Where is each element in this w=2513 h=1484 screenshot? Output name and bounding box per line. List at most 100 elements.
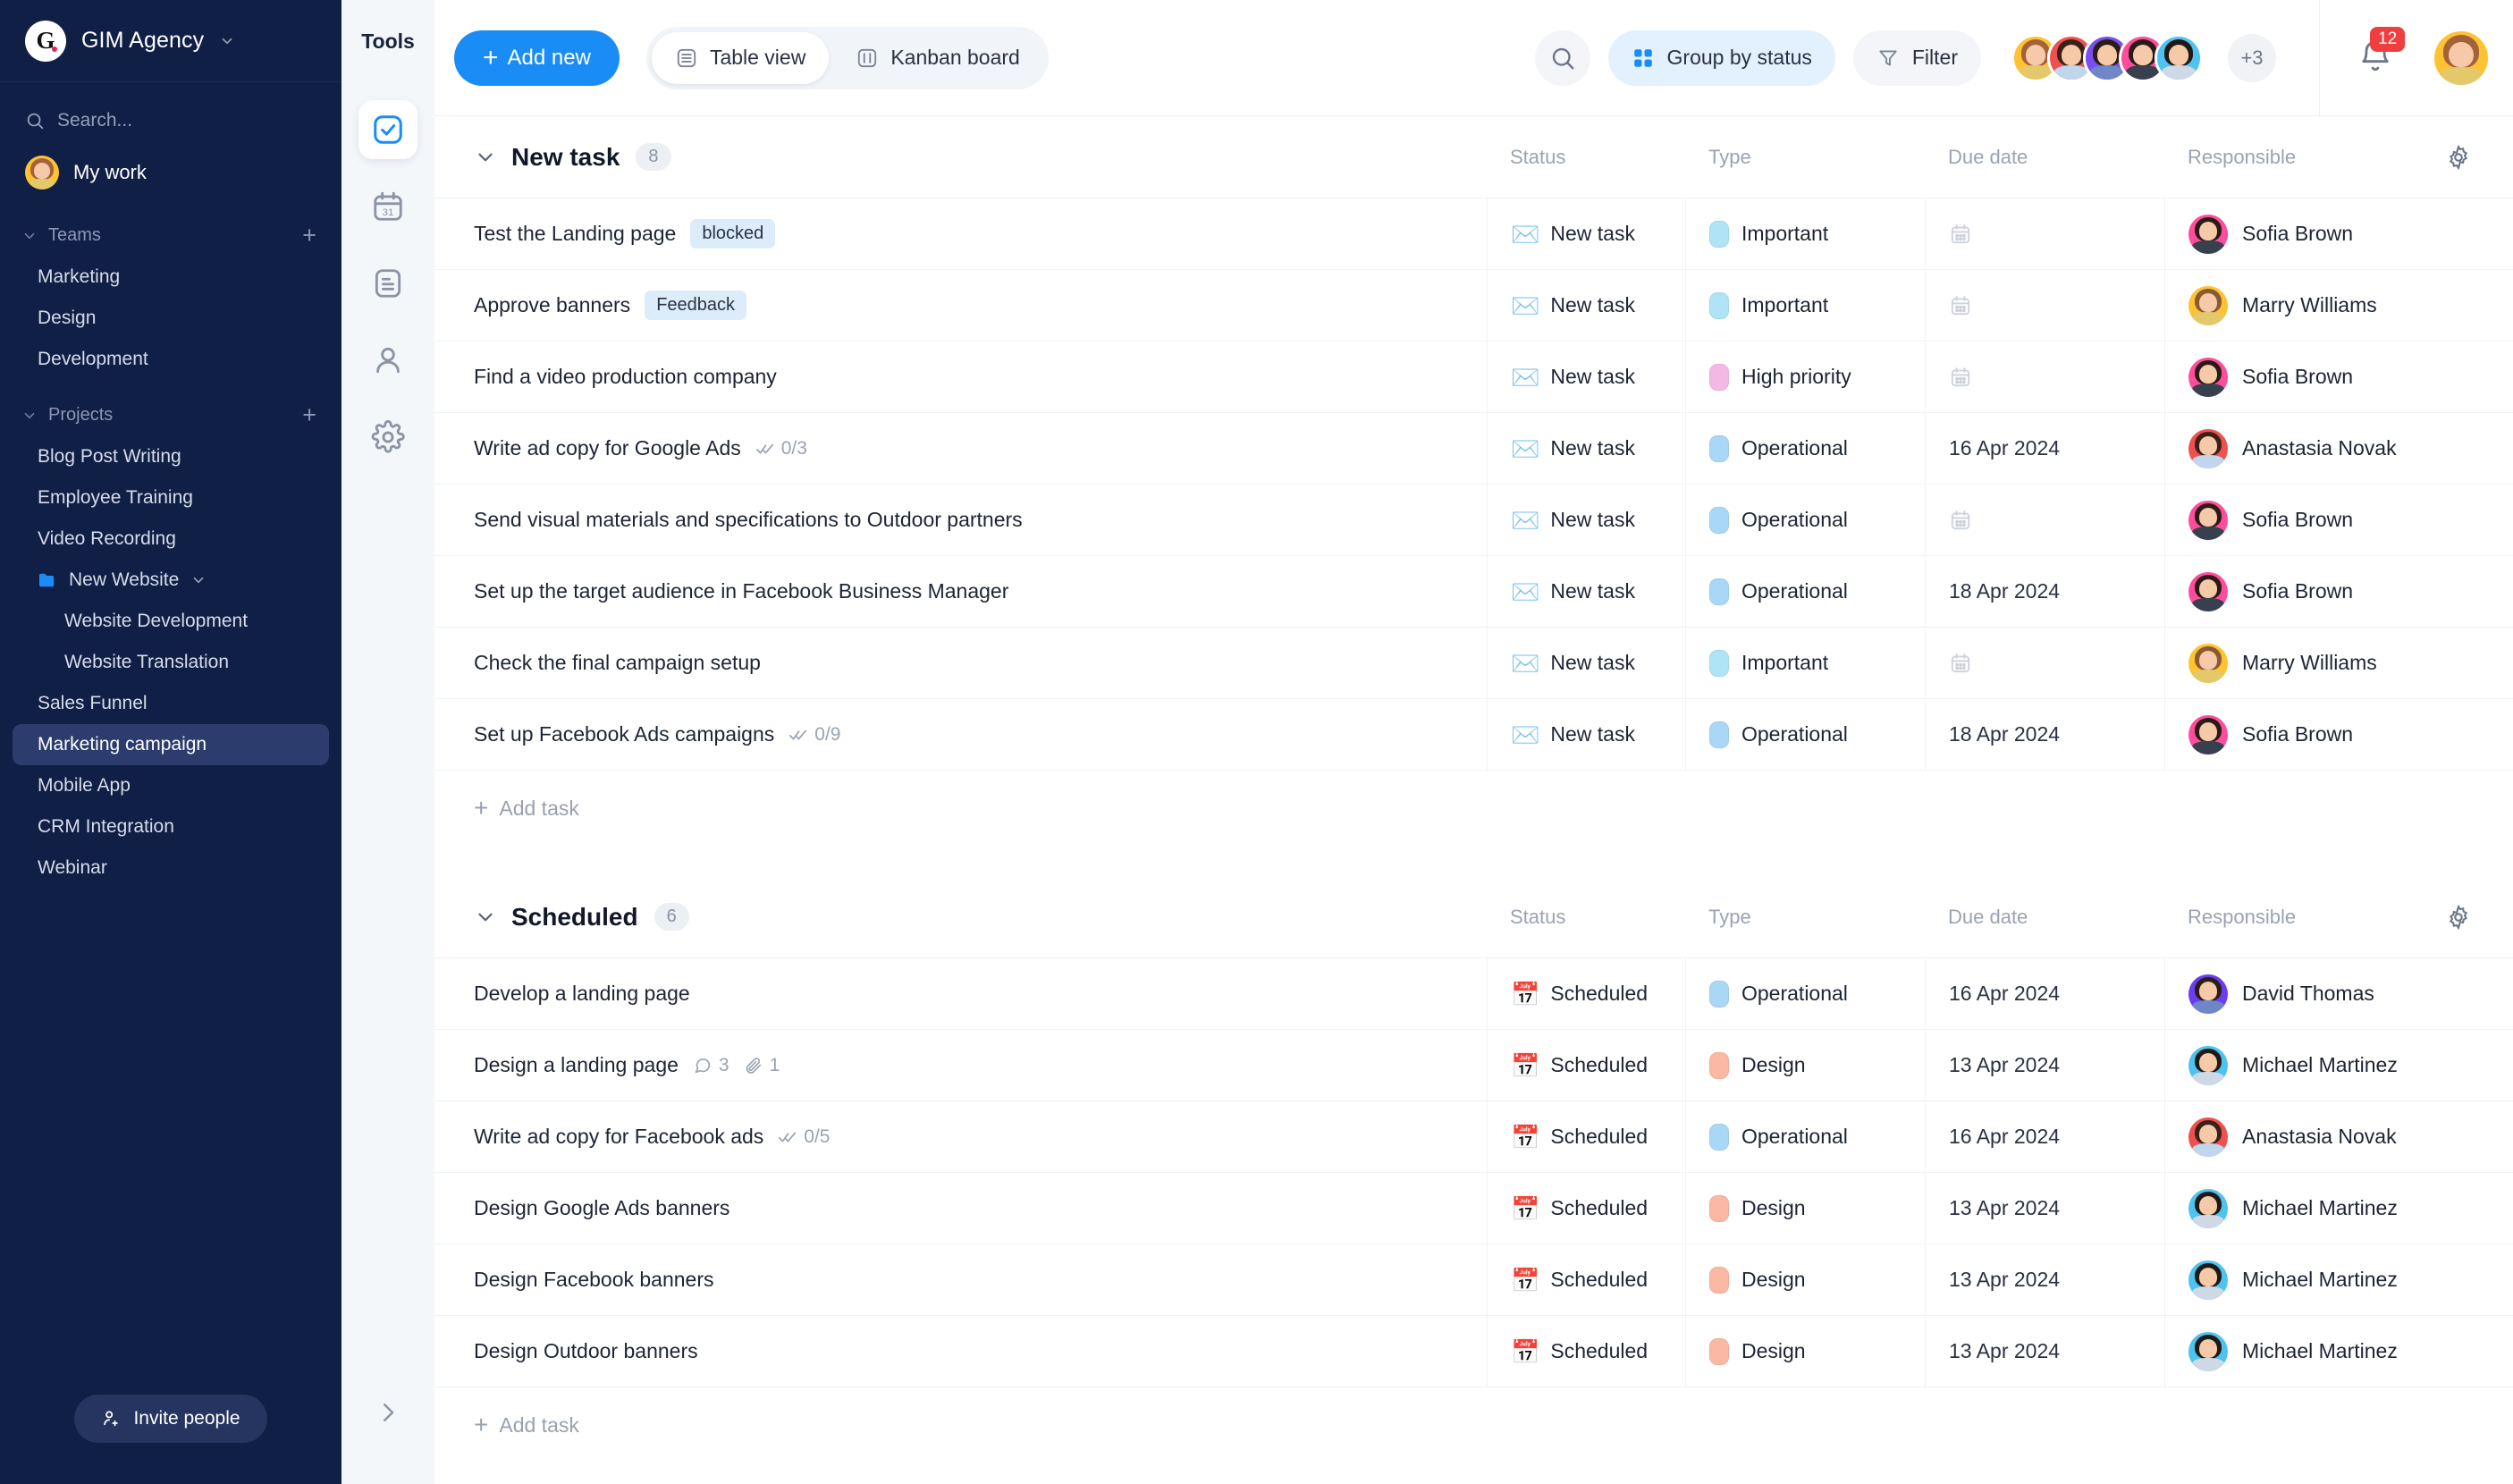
status-cell[interactable]: ✉️ New task [1487, 270, 1685, 341]
due-date-cell[interactable]: 16 Apr 2024 [1925, 1101, 2164, 1172]
table-row[interactable]: Design Google Ads banners 📅 Scheduled Desig… [434, 1173, 2513, 1244]
status-cell[interactable]: ✉️ New task [1487, 628, 1685, 698]
responsible-cell[interactable]: Sofia Brown [2164, 198, 2513, 269]
responsible-cell[interactable]: David Thomas [2164, 958, 2513, 1029]
responsible-cell[interactable]: Michael Martinez [2164, 1173, 2513, 1244]
filter-button[interactable]: Filter [1852, 30, 1981, 86]
sidebar-item-team[interactable]: Marketing [13, 257, 329, 298]
search-button[interactable] [1534, 30, 1590, 86]
sidebar-item-project[interactable]: Video Recording [13, 519, 329, 560]
type-cell[interactable]: Operational [1685, 413, 1925, 484]
type-cell[interactable]: Design [1685, 1173, 1925, 1244]
chevron-down-icon[interactable] [474, 906, 497, 929]
task-name-cell[interactable]: Develop a landing page [434, 958, 1487, 1029]
status-cell[interactable]: 📅 Scheduled [1487, 1030, 1685, 1100]
due-date-cell[interactable] [1925, 485, 2164, 555]
notifications-button[interactable]: 12 [2357, 27, 2406, 78]
table-row[interactable]: Design Facebook banners 📅 Scheduled Design 1… [434, 1244, 2513, 1316]
workspace-switcher[interactable]: G GIM Agency [0, 0, 342, 82]
table-row[interactable]: Find a video production company ✉️ New tas… [434, 341, 2513, 413]
table-row[interactable]: Write ad copy for Facebook ads 0/5 📅 Schedu… [434, 1101, 2513, 1173]
task-name-cell[interactable]: Test the Landing page blocked [434, 198, 1487, 269]
add-team-button[interactable]: + [302, 223, 316, 248]
sidebar-item-project[interactable]: Website Development [13, 601, 329, 642]
column-settings-button[interactable] [2404, 904, 2513, 931]
expand-sidebar-button[interactable] [375, 1399, 401, 1430]
group-header[interactable]: Scheduled 6 Status Type Due date Responsible [434, 876, 2513, 958]
sidebar-item-project[interactable]: Webinar [13, 847, 329, 889]
table-row[interactable]: Set up Facebook Ads campaigns 0/9 ✉️ New ta… [434, 699, 2513, 771]
type-cell[interactable]: Operational [1685, 556, 1925, 627]
task-name-cell[interactable]: Write ad copy for Facebook ads 0/5 [434, 1101, 1487, 1172]
sidebar-item-team[interactable]: Development [13, 339, 329, 380]
due-date-cell[interactable]: 13 Apr 2024 [1925, 1316, 2164, 1387]
status-cell[interactable]: 📅 Scheduled [1487, 958, 1685, 1029]
task-name-cell[interactable]: Design Facebook banners [434, 1244, 1487, 1315]
responsible-cell[interactable]: Marry Williams [2164, 270, 2513, 341]
responsible-cell[interactable]: Michael Martinez [2164, 1244, 2513, 1315]
status-cell[interactable]: ✉️ New task [1487, 556, 1685, 627]
type-cell[interactable]: Design [1685, 1030, 1925, 1100]
sidebar-item-team[interactable]: Design [13, 298, 329, 339]
type-cell[interactable]: Design [1685, 1316, 1925, 1387]
type-cell[interactable]: Operational [1685, 1101, 1925, 1172]
responsible-cell[interactable]: Marry Williams [2164, 628, 2513, 698]
table-row[interactable]: Design a landing page 3 1 📅 Scheduled Design 1… [434, 1030, 2513, 1101]
task-name-cell[interactable]: Design a landing page 3 1 [434, 1030, 1487, 1100]
status-cell[interactable]: ✉️ New task [1487, 699, 1685, 770]
type-cell[interactable]: Operational [1685, 699, 1925, 770]
status-cell[interactable]: 📅 Scheduled [1487, 1316, 1685, 1387]
responsible-cell[interactable]: Sofia Brown [2164, 556, 2513, 627]
invite-people-button[interactable]: Invite people [74, 1395, 267, 1443]
sidebar-item-project[interactable]: Blog Post Writing [13, 436, 329, 477]
task-name-cell[interactable]: Set up the target audience in Facebook B… [434, 556, 1487, 627]
responsible-cell[interactable]: Sofia Brown [2164, 341, 2513, 412]
avatar[interactable] [2155, 33, 2203, 82]
responsible-cell[interactable]: Anastasia Novak [2164, 413, 2513, 484]
due-date-cell[interactable]: 16 Apr 2024 [1925, 413, 2164, 484]
sidebar-item-project[interactable]: Website Translation [13, 642, 329, 683]
task-name-cell[interactable]: Set up Facebook Ads campaigns 0/9 [434, 699, 1487, 770]
due-date-cell[interactable]: 16 Apr 2024 [1925, 958, 2164, 1029]
avatar-overflow-count[interactable]: +3 [2228, 33, 2276, 82]
add-project-button[interactable]: + [302, 403, 316, 427]
table-row[interactable]: Test the Landing page blocked ✉️ New task Im… [434, 198, 2513, 270]
task-name-cell[interactable]: Find a video production company [434, 341, 1487, 412]
sidebar-item-project[interactable]: Mobile App [13, 765, 329, 806]
type-cell[interactable]: Operational [1685, 485, 1925, 555]
responsible-cell[interactable]: Sofia Brown [2164, 699, 2513, 770]
table-row[interactable]: Send visual materials and specifications… [434, 485, 2513, 556]
sidebar-section-projects[interactable]: Projects + [0, 380, 342, 436]
status-cell[interactable]: ✉️ New task [1487, 198, 1685, 269]
table-row[interactable]: Set up the target audience in Facebook B… [434, 556, 2513, 628]
rail-item-documents[interactable] [358, 254, 417, 313]
add-new-button[interactable]: + Add new [454, 30, 620, 86]
sidebar-item-project[interactable]: New Website [13, 560, 329, 601]
responsible-cell[interactable]: Michael Martinez [2164, 1030, 2513, 1100]
due-date-cell[interactable] [1925, 628, 2164, 698]
type-cell[interactable]: Operational [1685, 958, 1925, 1029]
sidebar-item-project[interactable]: Employee Training [13, 477, 329, 519]
current-user-avatar[interactable] [2434, 30, 2488, 85]
responsible-cell[interactable]: Anastasia Novak [2164, 1101, 2513, 1172]
sidebar-search[interactable]: Search... [0, 102, 342, 139]
sidebar-section-teams[interactable]: Teams + [0, 200, 342, 257]
status-cell[interactable]: 📅 Scheduled [1487, 1101, 1685, 1172]
due-date-cell[interactable]: 13 Apr 2024 [1925, 1030, 2164, 1100]
due-date-cell[interactable] [1925, 198, 2164, 269]
group-header[interactable]: New task 8 Status Type Due date Responsible [434, 116, 2513, 198]
rail-item-settings[interactable] [358, 408, 417, 467]
sidebar-item-project[interactable]: Marketing campaign [13, 724, 329, 765]
tab-kanban-board[interactable]: Kanban board [832, 32, 1043, 84]
table-row[interactable]: Develop a landing page 📅 Scheduled Operatio… [434, 958, 2513, 1030]
due-date-cell[interactable] [1925, 341, 2164, 412]
type-cell[interactable]: Important [1685, 270, 1925, 341]
task-name-cell[interactable]: Design Google Ads banners [434, 1173, 1487, 1244]
rail-item-people[interactable] [358, 331, 417, 390]
type-cell[interactable]: Important [1685, 628, 1925, 698]
sidebar-item-project[interactable]: Sales Funnel [13, 683, 329, 724]
status-cell[interactable]: ✉️ New task [1487, 341, 1685, 412]
rail-item-calendar[interactable]: 31 [358, 177, 417, 236]
table-row[interactable]: Check the final campaign setup ✉️ New task… [434, 628, 2513, 699]
chevron-down-icon[interactable] [474, 146, 497, 169]
